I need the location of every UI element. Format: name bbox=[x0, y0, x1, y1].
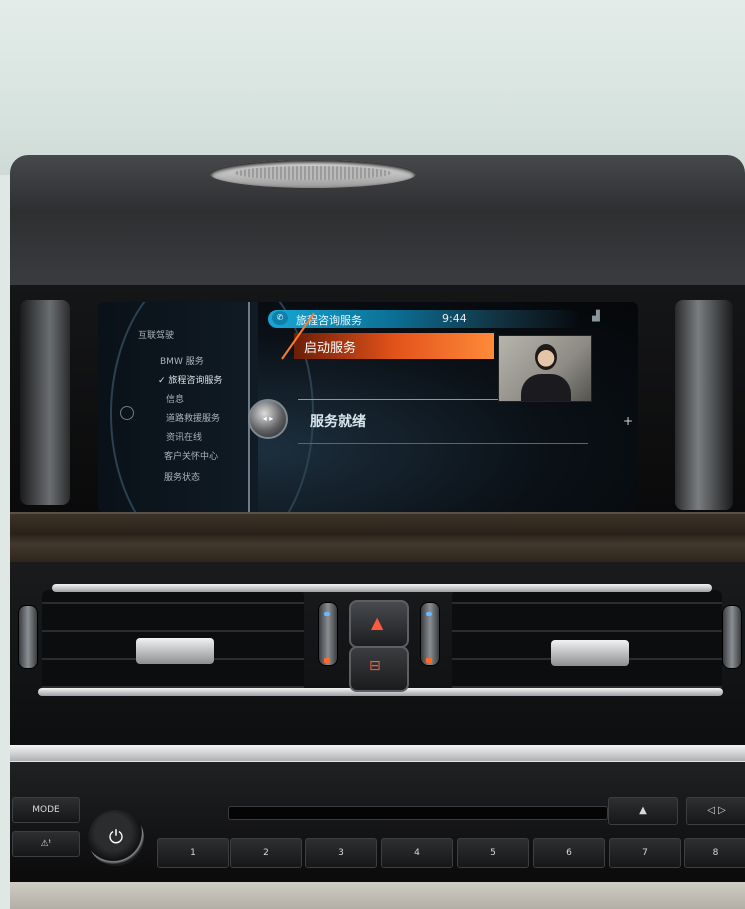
menu-item-news-online[interactable]: 资讯在线 bbox=[166, 430, 202, 443]
preset-button-6[interactable]: 6 bbox=[533, 838, 605, 868]
agent-video-icon bbox=[498, 335, 592, 402]
bottom-trim bbox=[10, 882, 745, 909]
preset-button-4[interactable]: 4 bbox=[381, 838, 453, 868]
infotainment-screen: 互联驾驶 BMW 服务 ✓ 旅程咨询服务 信息 道路救援服务 资讯在线 客户关怀… bbox=[98, 302, 638, 512]
right-chrome-trim bbox=[675, 300, 733, 510]
cold-indicator bbox=[426, 612, 432, 616]
hazard-triangle-icon: ▲ bbox=[371, 613, 384, 632]
warm-indicator bbox=[426, 658, 432, 663]
windshield-background bbox=[0, 0, 745, 175]
divider bbox=[298, 443, 588, 444]
central-lock-button[interactable]: ⊟ bbox=[349, 646, 409, 692]
controller-knob-icon[interactable]: ◂ ▸ bbox=[248, 399, 288, 439]
track-prev-icon: ◁ ▷ bbox=[707, 805, 726, 816]
traffic-info-icon: ⚠ᵗ bbox=[40, 839, 52, 849]
menu-item-customer-care[interactable]: 客户关怀中心 bbox=[164, 449, 218, 462]
preset-button-5[interactable]: 5 bbox=[457, 838, 529, 868]
left-vent-tab[interactable] bbox=[136, 638, 214, 664]
track-prev-button[interactable]: ◁ ▷ bbox=[686, 797, 745, 825]
left-chrome-trim bbox=[20, 300, 70, 505]
connected-drive-icon: ✆ bbox=[272, 311, 288, 325]
right-edge-thumbwheel[interactable] bbox=[722, 605, 742, 669]
signal-strength-icon: ▟ bbox=[592, 311, 600, 322]
service-ready-status: 服务就绪 bbox=[310, 414, 366, 430]
chrome-strip bbox=[10, 745, 745, 761]
preset-button-2[interactable]: 2 bbox=[230, 838, 302, 868]
central-lock-icon: ⊟ bbox=[369, 658, 381, 674]
menu-item-bmw-service[interactable]: BMW 服务 bbox=[160, 354, 204, 367]
menu-header: 互联驾驶 bbox=[138, 331, 175, 341]
cd-slot[interactable] bbox=[228, 806, 608, 820]
hazard-button[interactable]: ▲ bbox=[349, 600, 409, 648]
eject-button[interactable]: ▲ bbox=[608, 797, 678, 825]
speaker-grille bbox=[234, 166, 392, 180]
right-vent-tab[interactable] bbox=[551, 640, 629, 666]
preset-button-7[interactable]: 7 bbox=[609, 838, 681, 868]
plus-icon[interactable]: + bbox=[623, 414, 633, 428]
preset-button-3[interactable]: 3 bbox=[305, 838, 377, 868]
warm-indicator bbox=[324, 658, 330, 663]
preset-button-1[interactable]: 1 bbox=[157, 838, 229, 868]
cold-indicator bbox=[324, 612, 330, 616]
start-service-option[interactable]: 启动服务 bbox=[304, 337, 356, 356]
eject-icon: ▲ bbox=[639, 805, 647, 816]
menu-item-road-assist[interactable]: 道路救援服务 bbox=[166, 411, 220, 424]
vent-chrome-top bbox=[52, 584, 712, 592]
menu-item-service-status[interactable]: 服务状态 bbox=[164, 470, 200, 483]
traffic-info-button[interactable]: ⚠ᵗ bbox=[12, 831, 80, 857]
agent-body bbox=[521, 374, 571, 401]
preset-button-8[interactable]: 8 bbox=[684, 838, 745, 868]
menu-item-info[interactable]: 信息 bbox=[166, 392, 184, 405]
clock: 9:44 bbox=[442, 312, 467, 325]
left-edge-thumbwheel[interactable] bbox=[18, 605, 38, 669]
mode-button[interactable]: MODE bbox=[12, 797, 80, 823]
back-ring-icon[interactable] bbox=[120, 406, 134, 420]
power-icon: ⏻ bbox=[108, 827, 124, 848]
power-volume-knob[interactable]: ⏻ bbox=[88, 810, 144, 866]
wood-trim bbox=[10, 512, 745, 564]
menu-item-trip-consult[interactable]: ✓ 旅程咨询服务 bbox=[158, 373, 222, 386]
agent-head bbox=[535, 344, 557, 370]
